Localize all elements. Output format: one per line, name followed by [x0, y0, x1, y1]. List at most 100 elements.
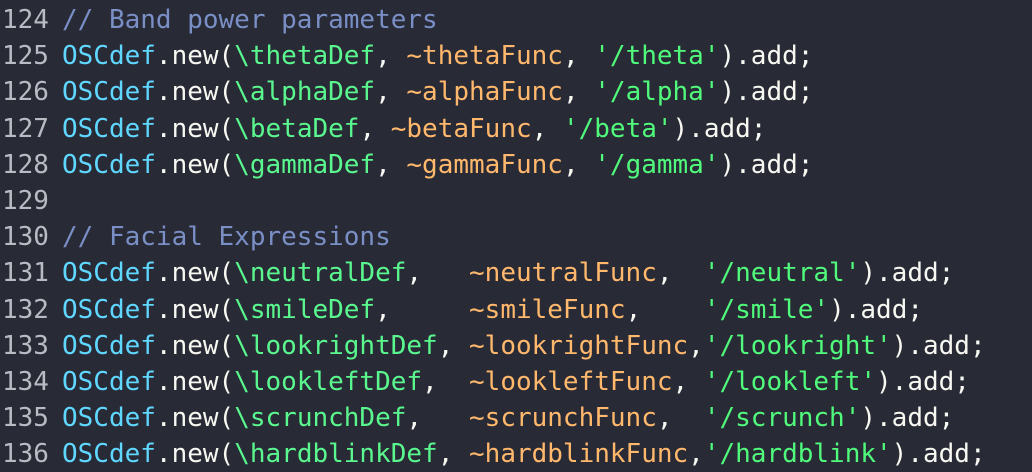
- code-line[interactable]: 128 OSCdef.new(\gammaDef, ~gammaFunc, '/g…: [0, 147, 1032, 183]
- code-content[interactable]: OSCdef.new(\scrunchDef, ~scrunchFunc, '/…: [62, 400, 1032, 436]
- code-token-env: ~betaFunc: [390, 113, 532, 144]
- code-content[interactable]: OSCdef.new(\lookrightDef, ~lookrightFunc…: [62, 328, 1032, 364]
- code-token-plain: ,: [422, 366, 470, 397]
- code-content[interactable]: OSCdef.new(\lookleftDef, ~lookleftFunc, …: [62, 364, 1032, 400]
- code-token-plain: ,: [656, 258, 704, 289]
- line-number: 125: [2, 41, 49, 72]
- line-number: 131: [2, 258, 49, 289]
- code-token-plain: ,: [562, 41, 595, 72]
- code-token-plain: ,: [437, 439, 470, 470]
- code-line[interactable]: 129: [0, 183, 1032, 219]
- code-line[interactable]: 125 OSCdef.new(\thetaDef, ~thetaFunc, '/t…: [0, 38, 1032, 74]
- code-token-plain: ,: [375, 41, 407, 72]
- code-token-symbol: \thetaDef: [234, 41, 376, 72]
- code-content[interactable]: OSCdef.new(\smileDef, ~smileFunc, '/smil…: [62, 292, 1032, 328]
- code-content[interactable]: OSCdef.new(\hardblinkDef, ~hardblinkFunc…: [62, 436, 1032, 472]
- code-line[interactable]: 134 OSCdef.new(\lookleftDef, ~lookleftFun…: [0, 364, 1032, 400]
- code-token-plain: ,: [406, 258, 470, 289]
- code-token-plain: ,: [406, 403, 470, 434]
- code-token-env: ~neutralFunc: [469, 258, 657, 289]
- code-token-symbol: \lookrightDef: [234, 330, 438, 361]
- code-token-plain: ,: [562, 149, 595, 180]
- code-token-plain: ,: [375, 294, 470, 325]
- code-content[interactable]: [62, 183, 1032, 219]
- code-token-plain: ,: [656, 403, 704, 434]
- code-line[interactable]: 136 OSCdef.new(\hardblinkDef, ~hardblinkF…: [0, 436, 1032, 472]
- code-token-env: ~gammaFunc: [406, 149, 563, 180]
- code-line[interactable]: 133 OSCdef.new(\lookrightDef, ~lookrightF…: [0, 328, 1032, 364]
- code-content[interactable]: OSCdef.new(\thetaDef, ~thetaFunc, '/thet…: [62, 38, 1032, 74]
- code-token-plain: .new(: [155, 113, 235, 144]
- code-token-string: '/hardblink': [703, 439, 892, 470]
- code-content[interactable]: OSCdef.new(\gammaDef, ~gammaFunc, '/gamm…: [62, 147, 1032, 183]
- code-token-plain: ,: [375, 149, 407, 180]
- code-content[interactable]: OSCdef.new(\neutralDef, ~neutralFunc, '/…: [62, 255, 1032, 291]
- code-content[interactable]: // Band power parameters: [62, 2, 1032, 38]
- code-token-plain: ).add;: [860, 258, 955, 289]
- code-token-class: OSCdef: [62, 439, 156, 470]
- code-token-comment: // Facial Expressions: [62, 222, 391, 253]
- code-token-symbol: \smileDef: [234, 294, 376, 325]
- code-token-plain: ).add;: [719, 149, 814, 180]
- code-token-symbol: \neutralDef: [234, 258, 407, 289]
- code-token-env: ~lookleftFunc: [469, 366, 673, 397]
- code-token-env: ~scrunchFunc: [469, 403, 657, 434]
- code-token-class: OSCdef: [62, 403, 156, 434]
- code-token-symbol: \hardblinkDef: [234, 439, 438, 470]
- code-token-class: OSCdef: [62, 258, 156, 289]
- line-number: 130: [2, 222, 49, 253]
- code-token-plain: .new(: [155, 403, 235, 434]
- code-token-plain: ).add;: [891, 330, 986, 361]
- code-line[interactable]: 126 OSCdef.new(\alphaDef, ~alphaFunc, '/a…: [0, 74, 1032, 110]
- line-number: 127: [2, 113, 49, 144]
- code-token-plain: ,: [625, 294, 704, 325]
- code-token-plain: ).add;: [672, 113, 767, 144]
- code-token-class: OSCdef: [62, 77, 156, 108]
- code-token-symbol: \scrunchDef: [234, 403, 407, 434]
- code-token-plain: ,: [672, 366, 704, 397]
- line-number: 124: [2, 5, 49, 35]
- code-token-class: OSCdef: [62, 366, 156, 397]
- code-line[interactable]: 131 OSCdef.new(\neutralDef, ~neutralFunc,…: [0, 255, 1032, 291]
- code-token-class: OSCdef: [62, 41, 156, 72]
- code-token-plain: .new(: [155, 258, 235, 289]
- code-line[interactable]: 127 OSCdef.new(\betaDef, ~betaFunc, '/bet…: [0, 111, 1032, 147]
- code-token-plain: ,: [531, 113, 563, 144]
- code-editor[interactable]: 124// Band power parameters 125 OSCdef.new…: [0, 0, 1032, 472]
- code-token-plain: .new(: [155, 439, 235, 470]
- code-token-string: '/theta': [594, 41, 720, 72]
- code-content[interactable]: OSCdef.new(\alphaDef, ~alphaFunc, '/alph…: [62, 74, 1032, 110]
- code-token-plain: ,: [375, 77, 407, 108]
- line-number: 133: [2, 330, 49, 361]
- code-line[interactable]: 135 OSCdef.new(\scrunchDef, ~scrunchFunc,…: [0, 400, 1032, 436]
- code-line[interactable]: 130 // Facial Expressions: [0, 219, 1032, 255]
- line-number: 132: [2, 294, 49, 325]
- code-token-plain: ).add;: [891, 439, 986, 470]
- code-token-string: '/gamma': [594, 149, 720, 180]
- code-token-env: ~smileFunc: [469, 294, 626, 325]
- code-token-plain: .new(: [155, 77, 235, 108]
- code-token-symbol: \lookleftDef: [234, 366, 423, 397]
- code-token-plain: .new(: [155, 41, 235, 72]
- code-token-string: '/smile': [703, 294, 830, 325]
- code-token-plain: .new(: [155, 366, 235, 397]
- code-token-env: ~thetaFunc: [406, 41, 563, 72]
- code-token-plain: ,: [688, 330, 704, 361]
- code-line[interactable]: 132 OSCdef.new(\smileDef, ~smileFunc, '/s…: [0, 292, 1032, 328]
- line-number: 136: [2, 439, 49, 470]
- code-token-class: OSCdef: [62, 149, 156, 180]
- code-token-string: '/scrunch': [703, 403, 861, 434]
- code-token-plain: ).add;: [719, 77, 814, 108]
- code-token-plain: .new(: [155, 330, 235, 361]
- code-token-string: '/beta': [562, 113, 673, 144]
- code-token-comment: // Band power parameters: [62, 5, 438, 35]
- code-token-plain: ).add;: [719, 41, 814, 72]
- code-line[interactable]: 124 // Band power parameters: [0, 2, 1032, 38]
- code-token-plain: ).add;: [829, 294, 923, 325]
- code-content[interactable]: OSCdef.new(\betaDef, ~betaFunc, '/beta')…: [62, 111, 1032, 147]
- code-content[interactable]: // Facial Expressions: [62, 219, 1032, 255]
- code-token-env: ~hardblinkFunc: [469, 439, 689, 470]
- code-token-string: '/lookright': [703, 330, 892, 361]
- code-token-plain: ,: [437, 330, 470, 361]
- code-token-plain: ,: [359, 113, 391, 144]
